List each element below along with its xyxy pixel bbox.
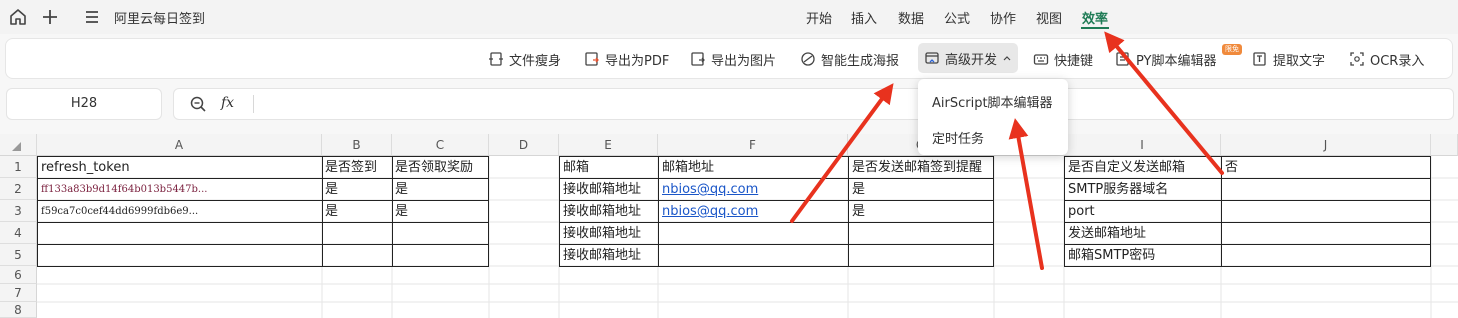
cell-j1[interactable]: 否 xyxy=(1223,158,1430,178)
cell-c1[interactable]: 是否领取奖励 xyxy=(393,158,488,178)
extract-text-button[interactable]: 提取文字 xyxy=(1252,48,1325,70)
cell-b3[interactable]: 是 xyxy=(323,202,391,222)
shortcut-keys-label: 快捷键 xyxy=(1054,53,1094,69)
scan-icon xyxy=(1350,52,1364,66)
cell-e3[interactable]: 接收邮箱地址 xyxy=(561,202,657,222)
image-export-icon xyxy=(691,52,705,66)
scheduled-task-item[interactable]: 定时任务 xyxy=(932,128,984,147)
export-image-label: 导出为图片 xyxy=(711,53,777,69)
cell-i5[interactable]: 邮箱SMTP密码 xyxy=(1066,246,1220,266)
cell-e5[interactable]: 接收邮箱地址 xyxy=(561,246,657,266)
menu-efficiency[interactable]: 效率 xyxy=(1082,8,1108,27)
cell-c3[interactable]: 是 xyxy=(393,202,488,222)
new-tab-icon[interactable] xyxy=(40,7,60,27)
menu-icon[interactable] xyxy=(82,7,102,27)
formula-separator xyxy=(253,95,254,113)
menu-insert[interactable]: 插入 xyxy=(851,8,877,27)
airscript-editor-item[interactable]: AirScript脚本编辑器 xyxy=(932,92,1053,111)
cell-c2[interactable]: 是 xyxy=(393,180,488,200)
name-box[interactable]: H28 xyxy=(6,88,162,120)
cell-f2-email-link[interactable]: nbios@qq.com xyxy=(660,180,847,200)
advanced-dev-dropdown: AirScript脚本编辑器 定时任务 xyxy=(918,79,1068,155)
cell-g3[interactable]: 是 xyxy=(850,202,993,222)
generate-poster-button[interactable]: 智能生成海报 xyxy=(800,48,899,70)
cell-b1[interactable]: 是否签到 xyxy=(323,158,391,178)
extract-text-label: 提取文字 xyxy=(1273,53,1326,69)
cell-i3[interactable]: port xyxy=(1066,202,1220,222)
advanced-dev-label: 高级开发 xyxy=(945,52,998,68)
compress-file-button[interactable]: 文件瘦身 xyxy=(488,48,561,70)
cell-i2[interactable]: SMTP服务器域名 xyxy=(1066,180,1220,200)
menu-home[interactable]: 开始 xyxy=(806,8,832,27)
cell-a2[interactable]: ff133a83b9d14f64b013b5447b... xyxy=(39,180,209,200)
cell-layer: refresh_token 是否签到 是否领取奖励 ff133a83b9d14f… xyxy=(0,134,1458,318)
function-icon[interactable]: fx xyxy=(221,95,234,111)
cell-i4[interactable]: 发送邮箱地址 xyxy=(1066,224,1220,244)
ocr-entry-button[interactable]: OCR录入 xyxy=(1349,48,1424,70)
keyboard-icon xyxy=(1033,54,1049,65)
export-pdf-button[interactable]: 导出为PDF xyxy=(584,48,669,70)
cell-e2[interactable]: 接收邮箱地址 xyxy=(561,180,657,200)
shortcut-keys-button[interactable]: 快捷键 xyxy=(1033,48,1093,70)
compress-icon xyxy=(489,52,503,66)
cell-a1[interactable]: refresh_token xyxy=(39,158,321,178)
code-window-icon xyxy=(925,52,939,64)
cell-f1[interactable]: 邮箱地址 xyxy=(660,158,847,178)
cell-g1[interactable]: 是否发送邮箱签到提醒 xyxy=(850,158,993,178)
cell-f3-email-link[interactable]: nbios@qq.com xyxy=(660,202,847,222)
advanced-dev-button[interactable]: 高级开发 xyxy=(918,43,1019,73)
cell-i1[interactable]: 是否自定义发送邮箱 xyxy=(1066,158,1220,178)
ocr-entry-label: OCR录入 xyxy=(1370,53,1425,69)
menu-formula[interactable]: 公式 xyxy=(944,8,970,27)
python-script-icon xyxy=(1116,52,1129,66)
export-image-button[interactable]: 导出为图片 xyxy=(690,48,776,70)
formula-input[interactable] xyxy=(173,88,1454,120)
py-script-editor-button[interactable]: PY脚本编辑器 xyxy=(1115,48,1217,70)
cell-a3[interactable]: f59ca7c0cef44dd6999fdb6e9... xyxy=(39,202,209,222)
cell-g2[interactable]: 是 xyxy=(850,180,993,200)
cell-e1[interactable]: 邮箱 xyxy=(561,158,657,178)
zoom-search-icon[interactable] xyxy=(189,95,207,113)
chevron-up-icon xyxy=(1003,56,1011,61)
generate-poster-label: 智能生成海报 xyxy=(821,53,900,69)
extract-text-icon xyxy=(1253,52,1266,66)
cell-b2[interactable]: 是 xyxy=(323,180,391,200)
menu-collaborate[interactable]: 协作 xyxy=(990,8,1016,27)
title-bar: 阿里云每日签到 开始 插入 数据 公式 协作 视图 效率 xyxy=(0,0,1458,34)
export-pdf-label: 导出为PDF xyxy=(605,53,670,69)
home-icon[interactable] xyxy=(8,7,28,27)
pdf-icon xyxy=(585,52,599,66)
cell-e4[interactable]: 接收邮箱地址 xyxy=(561,224,657,244)
menu-view[interactable]: 视图 xyxy=(1036,8,1062,27)
free-badge: 限免 xyxy=(1222,44,1242,55)
active-tab-indicator xyxy=(1081,27,1109,29)
poster-icon xyxy=(801,52,815,66)
document-title: 阿里云每日签到 xyxy=(114,12,206,27)
compress-file-label: 文件瘦身 xyxy=(509,53,562,69)
menu-data[interactable]: 数据 xyxy=(898,8,924,27)
py-script-editor-label: PY脚本编辑器 xyxy=(1136,53,1217,69)
